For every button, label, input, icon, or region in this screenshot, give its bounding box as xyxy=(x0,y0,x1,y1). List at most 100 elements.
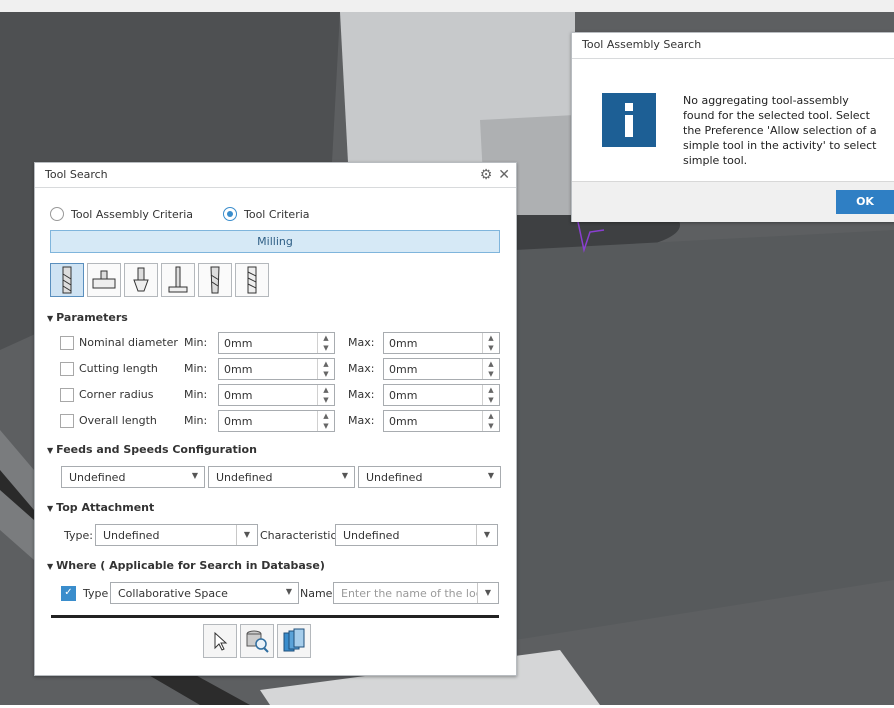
spin-arrows-icon[interactable]: ▲ ▼ xyxy=(482,333,499,353)
param-row-nominal-diameter: Nominal diameter Min: 0mm ▲ ▼ Max: 0mm ▲ ▼ xyxy=(60,332,504,354)
checkbox[interactable] xyxy=(60,414,74,428)
tool-type-toolbar xyxy=(50,263,269,297)
dropdown-arrow-icon[interactable]: ▼ xyxy=(477,583,498,603)
dropdown-arrow-icon: ▼ xyxy=(341,471,348,480)
search-catalog-button[interactable] xyxy=(277,624,311,658)
tool-search-titlebar[interactable]: Tool Search ⚙ ✕ xyxy=(35,163,516,188)
where-type-label: Type xyxy=(83,587,109,600)
information-icon xyxy=(602,93,656,147)
where-section-header[interactable]: ▼ Where ( Applicable for Search in Databa… xyxy=(47,559,325,572)
radio-label: Tool Assembly Criteria xyxy=(71,207,194,221)
dropdown-arrow-icon: ▼ xyxy=(236,525,257,545)
characteristic-dropdown[interactable]: Undefined ▼ xyxy=(335,524,498,546)
dropdown-arrow-icon: ▼ xyxy=(285,587,292,596)
spin-arrows-icon[interactable]: ▲ ▼ xyxy=(482,411,499,431)
parameters-section-header[interactable]: ▼ Parameters xyxy=(47,311,128,324)
radio-tool-criteria[interactable]: Tool Criteria xyxy=(223,207,310,221)
radio-tool-assembly-criteria[interactable]: Tool Assembly Criteria xyxy=(50,207,193,221)
spin-arrows-icon[interactable]: ▲ ▼ xyxy=(317,359,334,379)
where-type-checkbox[interactable]: ✓ xyxy=(61,586,76,601)
feeds-dropdown-1[interactable]: Undefined ▼ xyxy=(61,466,205,488)
param-row-overall-length: Overall length Min: 0mm ▲ ▼ Max: 0mm ▲ ▼ xyxy=(60,410,504,432)
checkbox[interactable] xyxy=(60,336,74,350)
max-input[interactable]: 0mm ▲ ▼ xyxy=(383,332,500,354)
max-label: Max: xyxy=(348,362,375,375)
max-input[interactable]: 0mm ▲ ▼ xyxy=(383,358,500,380)
top-attachment-type-dropdown[interactable]: Undefined ▼ xyxy=(95,524,258,546)
database-search-icon xyxy=(246,630,269,653)
category-milling-button[interactable]: Milling xyxy=(50,230,500,253)
name-label: Name xyxy=(300,587,333,600)
param-row-corner-radius: Corner radius Min: 0mm ▲ ▼ Max: 0mm ▲ ▼ xyxy=(60,384,504,406)
param-row-cutting-length: Cutting length Min: 0mm ▲ ▼ Max: 0mm ▲ ▼ xyxy=(60,358,504,380)
param-label: Nominal diameter xyxy=(79,336,178,349)
tool-assembly-search-dialog: Tool Assembly Search No aggregating tool… xyxy=(571,32,894,222)
section-title: Where ( Applicable for Search in Databas… xyxy=(56,559,325,572)
type-label: Type: xyxy=(64,529,93,542)
tapered-mill-icon[interactable] xyxy=(198,263,232,297)
checkbox[interactable] xyxy=(60,388,74,402)
collapse-triangle-icon: ▼ xyxy=(47,562,54,571)
dropdown-arrow-icon: ▼ xyxy=(476,525,497,545)
min-input[interactable]: 0mm ▲ ▼ xyxy=(218,332,335,354)
collapse-triangle-icon: ▼ xyxy=(47,446,54,455)
param-label: Corner radius xyxy=(79,388,154,401)
min-label: Min: xyxy=(184,336,208,349)
checkbox[interactable] xyxy=(60,362,74,376)
section-title: Top Attachment xyxy=(56,501,155,514)
end-mill-icon[interactable] xyxy=(50,263,84,297)
spin-arrows-icon[interactable]: ▲ ▼ xyxy=(317,385,334,405)
info-message: No aggregating tool-assembly found for t… xyxy=(683,94,877,167)
feeds-dropdown-3[interactable]: Undefined ▼ xyxy=(358,466,501,488)
dropdown-arrow-icon: ▼ xyxy=(191,471,198,480)
feeds-speeds-section-header[interactable]: ▼ Feeds and Speeds Configuration xyxy=(47,443,257,456)
section-title: Parameters xyxy=(56,311,128,324)
info-dialog-titlebar[interactable]: Tool Assembly Search xyxy=(572,33,894,59)
min-input[interactable]: 0mm ▲ ▼ xyxy=(218,358,335,380)
spin-arrows-icon[interactable]: ▲ ▼ xyxy=(317,411,334,431)
radio-label: Tool Criteria xyxy=(244,207,310,221)
section-title: Feeds and Speeds Configuration xyxy=(56,443,257,456)
dialog-title: Tool Search xyxy=(45,168,108,181)
max-label: Max: xyxy=(348,336,375,349)
face-mill-icon[interactable] xyxy=(87,263,121,297)
close-icon[interactable]: ✕ xyxy=(498,167,510,183)
where-type-dropdown[interactable]: Collaborative Space ▼ xyxy=(110,582,299,604)
min-input[interactable]: 0mm ▲ ▼ xyxy=(218,410,335,432)
spin-arrows-icon[interactable]: ▲ ▼ xyxy=(482,359,499,379)
spin-arrows-icon[interactable]: ▲ ▼ xyxy=(317,333,334,353)
info-dialog-body: No aggregating tool-assembly found for t… xyxy=(572,59,894,181)
chamfer-mill-icon[interactable] xyxy=(124,263,158,297)
min-label: Min: xyxy=(184,362,208,375)
param-label: Overall length xyxy=(79,414,157,427)
min-label: Min: xyxy=(184,414,208,427)
select-pointer-button[interactable] xyxy=(203,624,237,658)
param-label: Cutting length xyxy=(79,362,158,375)
name-input[interactable]: Enter the name of the loca ▼ xyxy=(333,582,499,604)
divider xyxy=(51,615,499,618)
bottom-toolbar xyxy=(203,624,311,658)
max-label: Max: xyxy=(348,388,375,401)
thread-mill-icon[interactable] xyxy=(235,263,269,297)
min-input[interactable]: 0mm ▲ ▼ xyxy=(218,384,335,406)
max-input[interactable]: 0mm ▲ ▼ xyxy=(383,410,500,432)
min-label: Min: xyxy=(184,388,208,401)
collapse-triangle-icon: ▼ xyxy=(47,314,54,323)
spin-arrows-icon[interactable]: ▲ ▼ xyxy=(482,385,499,405)
collapse-triangle-icon: ▼ xyxy=(47,504,54,513)
radio-circle xyxy=(50,207,64,221)
catalog-icon xyxy=(283,628,305,652)
feeds-dropdown-2[interactable]: Undefined ▼ xyxy=(208,466,355,488)
t-slot-cutter-icon[interactable] xyxy=(161,263,195,297)
radio-circle-selected xyxy=(223,207,237,221)
top-attachment-section-header[interactable]: ▼ Top Attachment xyxy=(47,501,154,514)
gear-icon[interactable]: ⚙ xyxy=(480,167,493,183)
max-input[interactable]: 0mm ▲ ▼ xyxy=(383,384,500,406)
dropdown-arrow-icon: ▼ xyxy=(487,471,494,480)
tool-search-dialog: Tool Search ⚙ ✕ Tool Assembly Criteria To… xyxy=(34,162,517,676)
search-database-button[interactable] xyxy=(240,624,274,658)
ok-button[interactable]: OK xyxy=(836,190,894,214)
characteristic-label: Characteristic: xyxy=(260,529,341,542)
top-strip xyxy=(0,0,894,12)
dialog-title: Tool Assembly Search xyxy=(582,38,702,51)
